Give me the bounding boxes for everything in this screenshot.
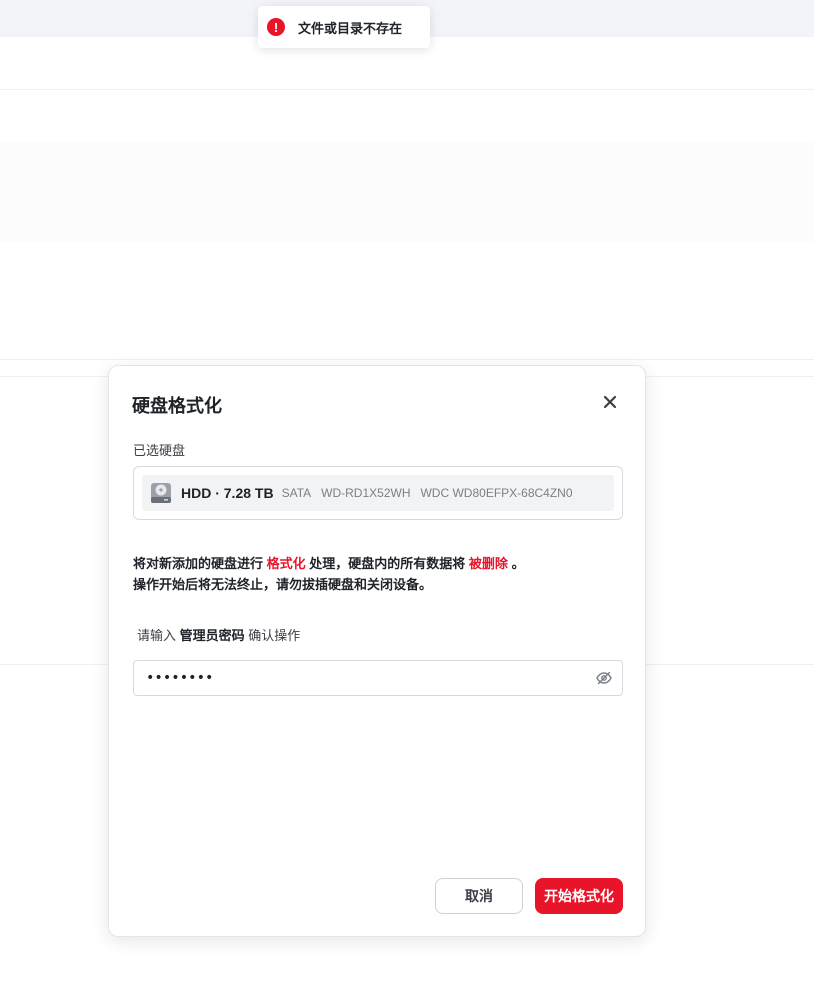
password-field[interactable] — [133, 660, 623, 696]
close-icon — [603, 395, 617, 409]
warning-text: 处理，硬盘内的所有数据将 — [309, 556, 466, 571]
password-prompt: 请输入 管理员密码 确认操作 — [137, 625, 300, 644]
prompt-text: 请输入 — [137, 628, 177, 643]
disk-model: WDC WD80EFPX-68C4ZN0 — [420, 486, 573, 500]
dialog-title: 硬盘格式化 — [132, 396, 222, 416]
disk-item: HDD · 7.28 TB SATA WD-RD1X52WH WDC WD80E… — [142, 475, 614, 511]
password-input[interactable] — [146, 670, 594, 686]
divider — [0, 359, 814, 360]
warning-emphasis-deleted: 被删除 — [468, 556, 508, 571]
warning-emphasis-format: 格式化 — [266, 556, 306, 571]
prompt-emphasis: 管理员密码 — [179, 628, 245, 643]
error-icon: ! — [267, 18, 285, 36]
error-toast: ! 文件或目录不存在 — [258, 6, 430, 48]
background-row — [0, 142, 814, 242]
cancel-button[interactable]: 取消 — [435, 878, 523, 914]
warning-line-2: 操作开始后将无法终止，请勿拔插硬盘和关闭设备。 — [133, 577, 433, 592]
selected-disk-box: HDD · 7.28 TB SATA WD-RD1X52WH WDC WD80E… — [133, 466, 623, 520]
format-disk-dialog: 硬盘格式化 已选硬盘 HDD · 7.28 TB SATA WD-RD1X52W… — [108, 365, 646, 937]
prompt-text: 确认操作 — [248, 628, 301, 643]
hard-drive-icon — [151, 483, 171, 503]
selected-disk-label: 已选硬盘 — [133, 443, 186, 458]
divider — [0, 89, 814, 90]
format-warning: 将对新添加的硬盘进行 格式化 处理，硬盘内的所有数据将 被删除 。 操作开始后将… — [133, 553, 623, 595]
disk-type-size: HDD · 7.28 TB — [181, 485, 274, 501]
warning-text: 。 — [511, 556, 525, 571]
warning-line-1: 将对新添加的硬盘进行 格式化 处理，硬盘内的所有数据将 被删除 。 — [133, 553, 623, 574]
warning-text: 将对新添加的硬盘进行 — [133, 556, 264, 571]
toggle-password-visibility-button[interactable] — [594, 668, 614, 688]
toast-message: 文件或目录不存在 — [298, 20, 403, 36]
start-format-button[interactable]: 开始格式化 — [535, 878, 623, 914]
disk-interface: SATA — [281, 486, 312, 500]
close-button[interactable] — [597, 389, 623, 415]
eye-off-icon — [596, 671, 612, 685]
disk-serial: WD-RD1X52WH — [321, 486, 411, 500]
